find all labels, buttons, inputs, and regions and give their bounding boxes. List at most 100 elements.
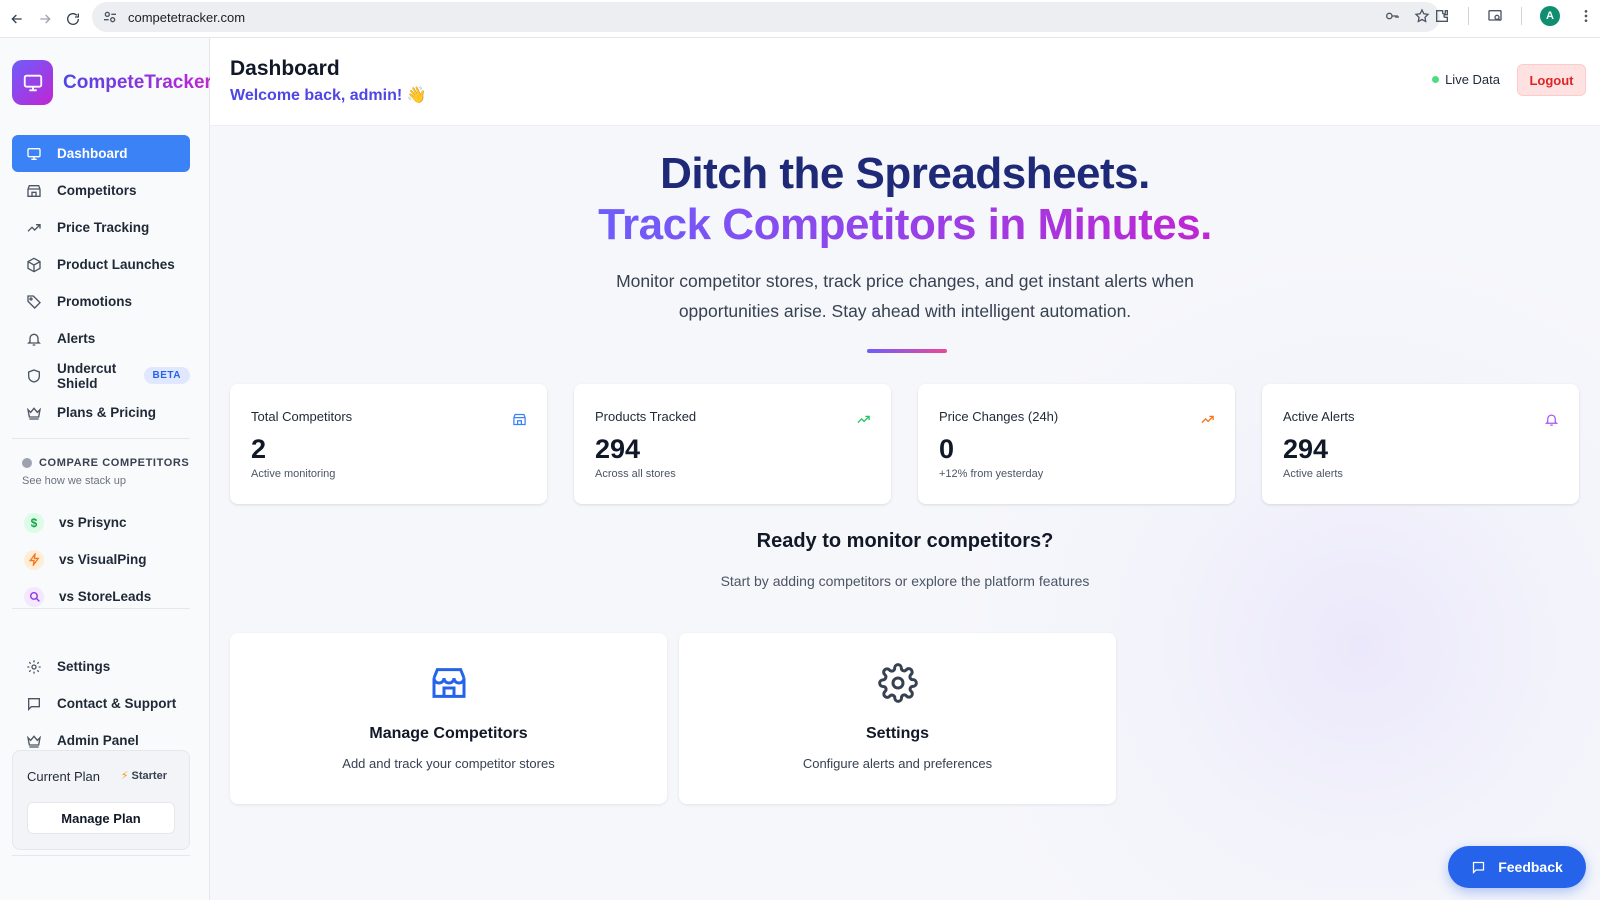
address-bar[interactable]: competetracker.com <box>92 2 1440 32</box>
card-subtitle: Configure alerts and preferences <box>802 756 993 771</box>
sidebar-item-promotions[interactable]: Promotions <box>12 283 190 320</box>
secondary-nav: Settings Contact & Support Admin Panel <box>12 648 190 759</box>
sidebar-divider <box>12 438 190 439</box>
sidebar-item-label: Price Tracking <box>57 220 150 235</box>
stat-value: 294 <box>1283 434 1329 464</box>
sidebar-item-settings[interactable]: Settings <box>12 648 190 685</box>
plan-badge-text: Starter <box>131 770 167 782</box>
compare-dot-icon <box>22 458 32 468</box>
hero-title-line1: Ditch the Spreadsheets. <box>660 149 1150 198</box>
beta-badge: BETA <box>143 367 190 384</box>
message-icon <box>1473 861 1485 874</box>
store-icon <box>27 184 41 197</box>
sidebar-item-dashboard[interactable]: Dashboard <box>12 135 190 172</box>
sidebar-item-label: Settings <box>57 659 111 674</box>
profile-avatar[interactable]: A <box>1540 6 1560 26</box>
plan-label: Current Plan <box>27 769 100 784</box>
extensions-icon[interactable] <box>1434 8 1450 24</box>
package-icon <box>27 257 41 272</box>
stat-note: +12% from yesterday <box>939 468 1044 480</box>
logout-button[interactable]: Logout <box>1517 64 1586 96</box>
stat-card-price-changes: Price Changes (24h) 0 +12% from yesterda… <box>918 384 1235 504</box>
sidebar-divider <box>12 855 190 856</box>
hero-subtitle: Monitor competitor stores, track price c… <box>616 271 1194 321</box>
sidebar-item-plans-pricing[interactable]: Plans & Pricing <box>12 394 190 431</box>
toolbar-separator <box>1521 7 1522 25</box>
compare-item-label: vs Prisync <box>59 515 127 530</box>
sidebar-item-alerts[interactable]: Alerts <box>12 320 190 357</box>
trending-up-icon <box>857 415 870 424</box>
bookmark-star-icon[interactable] <box>1414 8 1430 24</box>
plan-badge: ⚡ Starter <box>121 769 167 782</box>
crown-icon <box>26 734 42 748</box>
compare-item-visualping[interactable]: vs VisualPing <box>12 541 190 578</box>
settings-card[interactable]: Settings Configure alerts and preference… <box>679 633 1116 804</box>
compare-list: $ vs Prisync vs VisualPing vs StoreLeads <box>12 504 190 615</box>
crown-icon <box>26 406 42 420</box>
stat-card-total-competitors: Total Competitors 2 Active monitoring <box>230 384 547 504</box>
hero-title-line2-text: Track Competitors in Minutes. <box>598 200 1212 249</box>
stat-label: Active Alerts <box>1283 409 1355 424</box>
store-icon <box>513 413 526 426</box>
sidebar-item-contact-support[interactable]: Contact & Support <box>12 685 190 722</box>
live-dot-icon <box>1432 76 1440 83</box>
url-text[interactable]: competetracker.com <box>128 10 245 25</box>
sidebar-item-label: Contact & Support <box>57 696 177 711</box>
tab-search-icon[interactable] <box>1487 8 1503 24</box>
compare-item-label: vs VisualPing <box>59 552 147 567</box>
feedback-button[interactable]: Feedback <box>1448 846 1586 888</box>
compare-item-storeleads[interactable]: vs StoreLeads <box>12 578 190 615</box>
sidebar-item-label: Competitors <box>57 183 137 198</box>
sidebar-item-competitors[interactable]: Competitors <box>12 172 190 209</box>
stat-card-active-alerts: Active Alerts 294 Active alerts <box>1262 384 1579 504</box>
trending-up-icon <box>27 223 41 232</box>
card-title: Manage Competitors <box>369 725 528 742</box>
tag-icon <box>27 294 41 309</box>
sidebar-item-undercut-shield[interactable]: Undercut Shield BETA <box>12 357 190 394</box>
sidebar-item-label: Product Launches <box>57 257 175 272</box>
sidebar-item-price-tracking[interactable]: Price Tracking <box>12 209 190 246</box>
compare-item-label: vs StoreLeads <box>59 589 152 604</box>
more-menu-icon[interactable] <box>1578 8 1594 24</box>
page-title: Dashboard <box>230 57 340 80</box>
forward-icon[interactable] <box>34 8 56 30</box>
sidebar-item-label: Alerts <box>57 331 96 346</box>
shield-icon <box>28 368 40 383</box>
brand[interactable]: CompeteTracker <box>12 60 212 105</box>
search-icon <box>24 586 44 607</box>
stat-note: Across all stores <box>595 468 676 480</box>
stat-label: Price Changes (24h) <box>939 409 1059 424</box>
stat-value: 2 <box>251 434 267 464</box>
sidebar-item-label: Promotions <box>57 294 133 309</box>
message-icon <box>28 697 40 711</box>
sidebar-item-label: Admin Panel <box>57 733 139 748</box>
ready-subtitle: Start by adding competitors or explore t… <box>720 573 1090 589</box>
live-data-label: Live Data <box>1445 72 1500 87</box>
password-key-icon[interactable] <box>1384 8 1400 24</box>
hero-title-line2: Track Competitors in Minutes. <box>210 200 1600 250</box>
sidebar-item-product-launches[interactable]: Product Launches <box>12 246 190 283</box>
bell-icon <box>1544 414 1559 426</box>
stat-label: Products Tracked <box>595 409 697 424</box>
stat-label: Total Competitors <box>251 409 353 424</box>
site-settings-icon[interactable] <box>102 9 118 25</box>
toolbar-separator <box>1468 7 1469 25</box>
gear-icon <box>27 659 41 674</box>
compare-heading-text: COMPARE COMPETITORS <box>39 457 190 469</box>
stat-note: Active alerts <box>1283 468 1343 480</box>
manage-competitors-card[interactable]: Manage Competitors Add and track your co… <box>230 633 667 804</box>
dollar-icon: $ <box>24 512 44 533</box>
ready-title: Ready to monitor competitors? <box>756 530 1054 552</box>
manage-plan-button[interactable]: Manage Plan <box>27 802 175 834</box>
sidebar-item-label: Undercut Shield <box>57 360 117 391</box>
compare-item-prisync[interactable]: $ vs Prisync <box>12 504 190 541</box>
monitor-icon <box>27 147 41 160</box>
feedback-label: Feedback <box>1498 859 1563 875</box>
back-icon[interactable] <box>6 8 28 30</box>
stat-card-products-tracked: Products Tracked 294 Across all stores <box>574 384 891 504</box>
sidebar: CompeteTracker Dashboard Competitors Pri… <box>0 38 212 900</box>
stat-note: Active monitoring <box>251 468 336 480</box>
store-icon <box>432 668 466 698</box>
reload-icon[interactable] <box>62 8 84 30</box>
current-plan-box: Current Plan ⚡ Starter Manage Plan <box>12 750 190 850</box>
